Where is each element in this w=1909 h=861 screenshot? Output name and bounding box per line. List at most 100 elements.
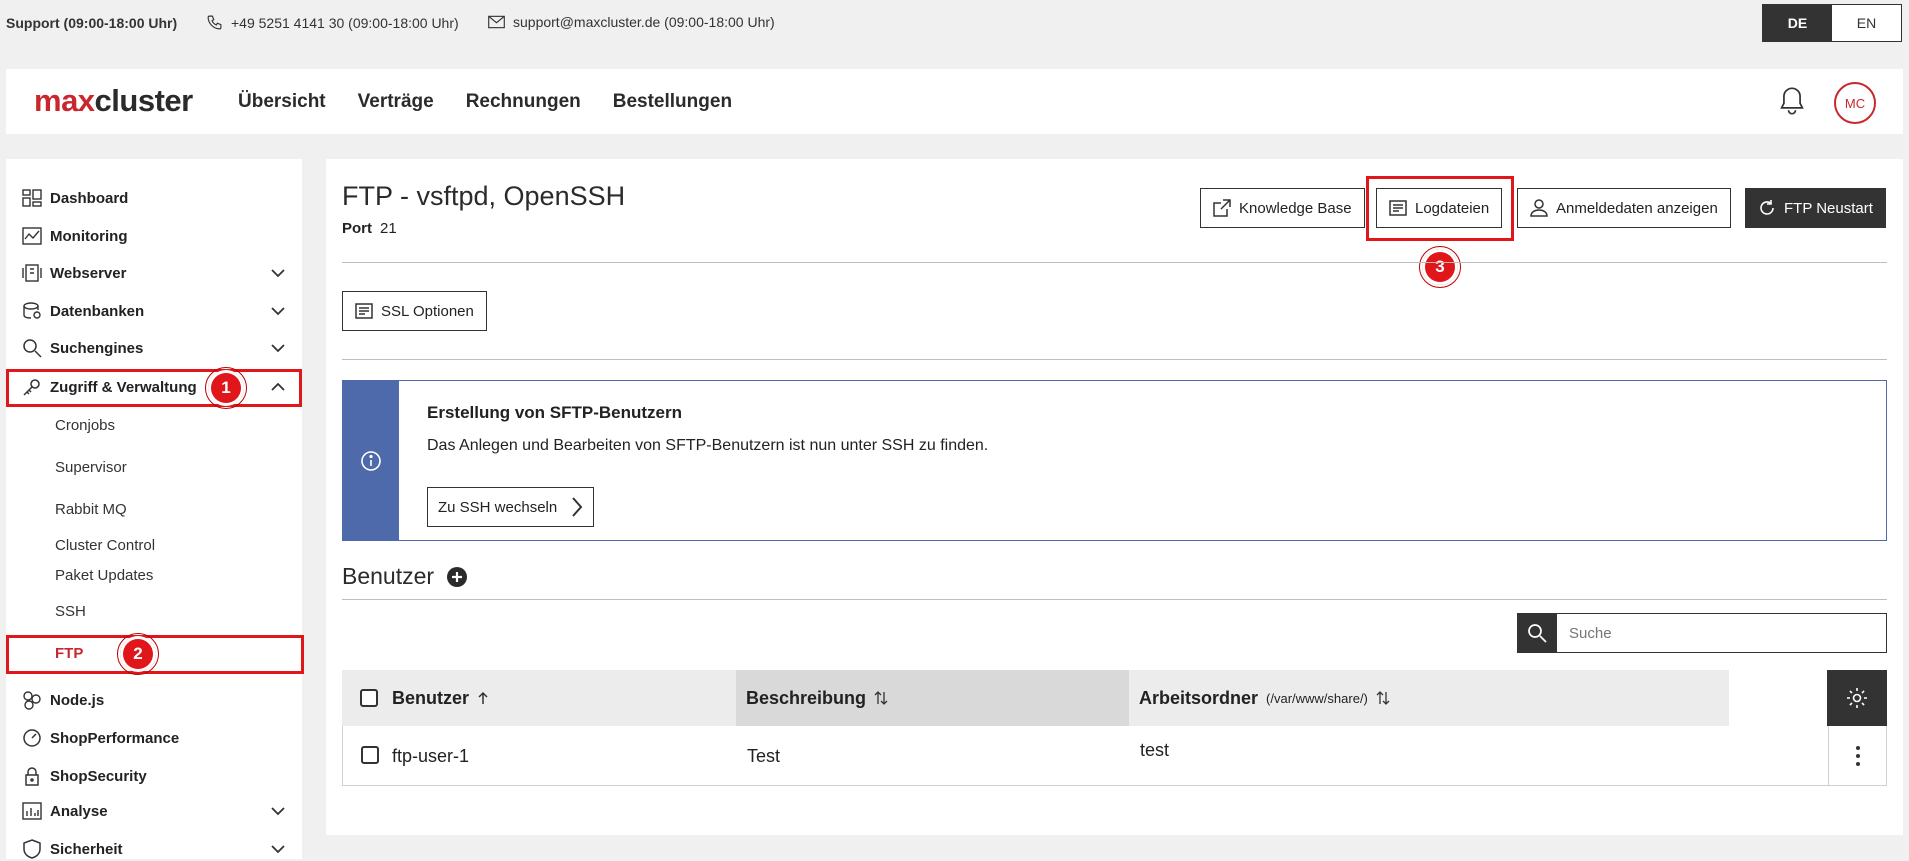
- sort-icon[interactable]: [1376, 691, 1390, 705]
- highlight-box-3: [1366, 176, 1514, 241]
- cell-divider: [1828, 726, 1829, 786]
- annotation-badge-3: 3: [1419, 246, 1461, 288]
- search-icon: [23, 339, 42, 358]
- lang-de-button[interactable]: DE: [1763, 5, 1832, 41]
- sidebar-item-shopperformance[interactable]: ShopPerformance: [22, 726, 286, 750]
- sidebar-item-dashboard[interactable]: Dashboard: [22, 186, 286, 210]
- lang-en-button[interactable]: EN: [1832, 5, 1901, 41]
- select-all-checkbox[interactable]: [360, 689, 378, 707]
- dashboard-icon: [22, 189, 42, 207]
- sidebar-item-analyse[interactable]: Analyse: [22, 799, 286, 823]
- search-input[interactable]: [1557, 613, 1887, 653]
- table-settings-button[interactable]: [1827, 670, 1887, 726]
- sidebar-item-datenbanken[interactable]: Datenbanken: [22, 299, 286, 323]
- sidebar-item-suchengines[interactable]: Suchengines: [22, 336, 286, 360]
- maxcluster-logo[interactable]: maxcluster: [34, 83, 193, 119]
- info-stripe: [343, 381, 399, 540]
- table-header: Benutzer Beschreibung Arbeitsordner (/va…: [342, 670, 1887, 726]
- shield-icon: [23, 839, 41, 859]
- chevron-down-icon: [271, 845, 285, 854]
- speedometer-icon: [23, 729, 41, 747]
- database-icon: [23, 302, 41, 319]
- column-beschreibung[interactable]: Beschreibung: [736, 670, 1129, 726]
- sidebar-item-label: Analyse: [50, 802, 108, 820]
- chevron-right-icon: [572, 497, 583, 517]
- switch-to-ssh-button[interactable]: Zu SSH wechseln: [427, 487, 595, 527]
- divider: [342, 599, 1887, 600]
- row-checkbox[interactable]: [361, 746, 379, 764]
- gear-icon: [1847, 688, 1867, 708]
- nav-rechnungen[interactable]: Rechnungen: [466, 91, 581, 113]
- bar-chart-icon: [22, 802, 42, 820]
- chevron-down-icon: [271, 807, 285, 816]
- highlight-box-1: [6, 369, 302, 407]
- sidebar-subitem-cronjobs[interactable]: Cronjobs: [55, 417, 115, 434]
- external-link-icon: [1213, 199, 1231, 217]
- sidebar-item-label: Datenbanken: [50, 302, 145, 320]
- support-phone[interactable]: +49 5251 4141 30 (09:00-18:00 Uhr): [206, 14, 459, 31]
- chevron-down-icon: [271, 344, 285, 353]
- sidebar-item-label: ShopSecurity: [50, 767, 147, 785]
- user-icon: [1530, 199, 1548, 217]
- sidebar-item-label: Node.js: [50, 691, 105, 709]
- table-row[interactable]: ftp-user-1 Test test: [342, 726, 1887, 786]
- nav-uebersicht[interactable]: Übersicht: [238, 91, 326, 113]
- annotation-badge-1: 1: [205, 367, 247, 409]
- info-heading: Erstellung von SFTP-Benutzern: [427, 403, 683, 422]
- refresh-icon: [1760, 200, 1774, 215]
- annotation-badge-2: 2: [117, 633, 159, 675]
- language-switch: DE EN: [1762, 4, 1902, 42]
- sidebar-item-nodejs[interactable]: Node.js: [22, 688, 286, 712]
- cell-directory: test: [1140, 740, 1170, 760]
- port-value: 21: [380, 220, 397, 237]
- sort-icon[interactable]: [874, 691, 888, 705]
- search-bar: [1517, 613, 1887, 653]
- mail-icon: [488, 15, 505, 29]
- port-info: Port 21: [342, 220, 397, 237]
- sort-asc-icon[interactable]: [477, 691, 489, 705]
- sidebar-item-monitoring[interactable]: Monitoring: [22, 224, 286, 248]
- sidebar-item-webserver[interactable]: Webserver: [22, 261, 286, 285]
- support-bar: Support (09:00-18:00 Uhr) +49 5251 4141 …: [0, 0, 1909, 46]
- main-content: FTP - vsftpd, OpenSSH Port 21 Knowledge B…: [326, 159, 1903, 835]
- sidebar-subitem-supervisor[interactable]: Supervisor: [55, 459, 127, 476]
- sidebar-item-label: Webserver: [50, 264, 127, 282]
- port-label: Port: [342, 220, 372, 237]
- nav-vertraege[interactable]: Verträge: [358, 91, 434, 113]
- sidebar-item-label: Sicherheit: [50, 840, 123, 858]
- avatar[interactable]: MC: [1834, 82, 1876, 124]
- chevron-down-icon: [271, 269, 285, 278]
- users-section-title: Benutzer: [342, 563, 468, 590]
- support-email[interactable]: support@maxcluster.de (09:00-18:00 Uhr): [488, 14, 775, 30]
- lock-icon: [25, 767, 39, 786]
- column-benutzer[interactable]: Benutzer: [342, 670, 736, 726]
- sidebar-item-shopsecurity[interactable]: ShopSecurity: [22, 764, 286, 788]
- sidebar-item-sicherheit[interactable]: Sicherheit: [22, 837, 286, 861]
- knowledge-base-button[interactable]: Knowledge Base: [1200, 188, 1365, 228]
- support-hours: Support (09:00-18:00 Uhr): [6, 15, 178, 31]
- sidebar-subitem-cluster-control[interactable]: Cluster Control: [55, 537, 155, 554]
- search-icon[interactable]: [1517, 613, 1557, 653]
- sidebar-item-label: Dashboard: [50, 189, 129, 207]
- sidebar-subitem-ssh[interactable]: SSH: [55, 603, 86, 620]
- add-user-icon[interactable]: [446, 566, 468, 588]
- sidebar-item-label: ShopPerformance: [50, 729, 180, 747]
- cell-user: ftp-user-1: [392, 746, 470, 766]
- column-arbeitsordner[interactable]: Arbeitsordner (/var/www/share/): [1129, 670, 1729, 726]
- credentials-button[interactable]: Anmeldedaten anzeigen: [1517, 188, 1731, 228]
- document-icon: [355, 303, 373, 319]
- sidebar-subitem-rabbitmq[interactable]: Rabbit MQ: [55, 501, 127, 518]
- sidebar-item-label: Suchengines: [50, 339, 144, 357]
- bell-icon[interactable]: [1778, 86, 1806, 120]
- more-options-icon[interactable]: [1851, 744, 1865, 768]
- chevron-down-icon: [271, 307, 285, 316]
- chart-icon: [22, 227, 42, 245]
- ftp-restart-button[interactable]: FTP Neustart: [1745, 188, 1886, 228]
- nav-bestellungen[interactable]: Bestellungen: [613, 91, 732, 113]
- phone-icon: [207, 15, 222, 30]
- main-header: maxcluster Übersicht Verträge Rechnungen…: [6, 69, 1903, 134]
- sidebar-subitem-paket-updates[interactable]: Paket Updates: [55, 567, 153, 584]
- ssl-options-button[interactable]: SSL Optionen: [342, 291, 487, 331]
- server-icon: [22, 264, 42, 282]
- page-title: FTP - vsftpd, OpenSSH: [342, 181, 626, 211]
